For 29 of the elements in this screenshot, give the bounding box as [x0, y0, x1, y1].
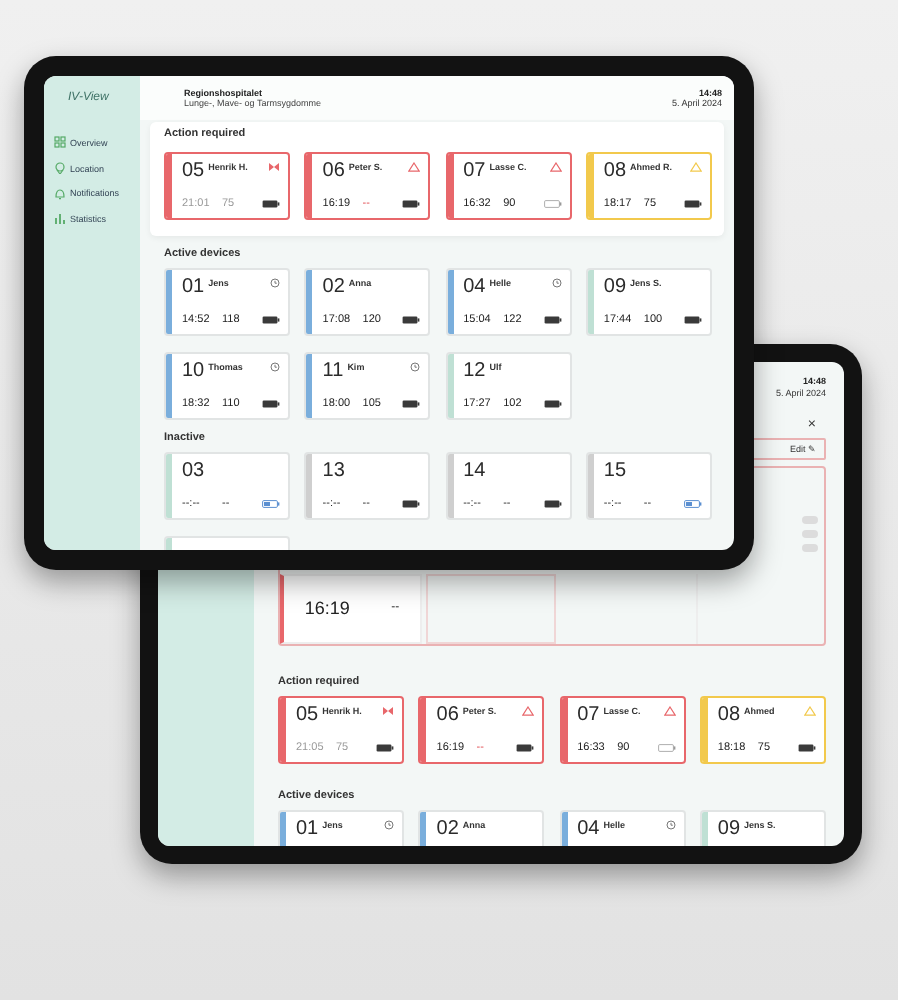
device-number: 01 — [296, 820, 319, 840]
device-number: 06 — [322, 162, 345, 182]
device-number: 05 — [296, 706, 319, 726]
device-number: 13 — [322, 462, 345, 482]
bar-chart-icon[interactable] — [54, 212, 66, 225]
device-number: 05 — [182, 162, 205, 182]
device-number: 04 — [577, 820, 600, 840]
device-number: 15 — [603, 462, 627, 482]
device-number: 08 — [717, 706, 741, 726]
device-number: 01 — [182, 278, 205, 298]
facts-box — [426, 573, 556, 644]
device-number: 07 — [463, 162, 486, 182]
device-number: 02 — [436, 820, 459, 840]
device-number: 06 — [436, 706, 459, 726]
bell-icon[interactable] — [54, 187, 66, 200]
device-number: 12 — [463, 362, 486, 382]
grid-icon[interactable] — [54, 136, 66, 149]
device-number: 09 — [717, 820, 741, 840]
device-number: 03 — [182, 462, 205, 482]
finish-time: 16:19 — [304, 598, 350, 619]
device-number: 07 — [577, 706, 600, 726]
device-number: 04 — [463, 278, 486, 298]
pin-icon[interactable] — [54, 162, 66, 175]
device-number: 10 — [182, 362, 205, 382]
device-number: 14 — [463, 462, 486, 482]
device-number: 08 — [603, 162, 627, 182]
device-number: 11 — [322, 362, 344, 382]
device-number: 09 — [603, 278, 627, 298]
device-number: 02 — [322, 278, 345, 298]
